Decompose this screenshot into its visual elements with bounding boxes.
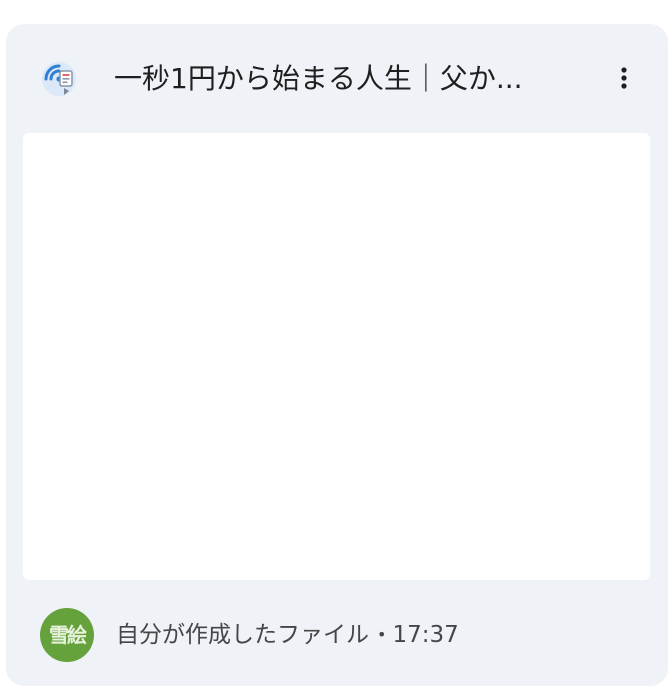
card-header: 一秒1円から始まる人生｜父か... xyxy=(6,24,668,132)
card-footer: 雪絵 自分が作成したファイル • 17:37 xyxy=(6,604,668,664)
file-meta: 自分が作成したファイル • 17:37 xyxy=(116,615,459,655)
owner-avatar: 雪絵 xyxy=(40,608,94,662)
modified-time: 17:37 xyxy=(392,622,459,648)
more-vert-icon xyxy=(621,67,627,89)
more-options-button[interactable] xyxy=(600,54,648,102)
owner-text: 自分が作成したファイル xyxy=(116,622,369,648)
avatar-initials: 雪絵 xyxy=(49,623,87,647)
meta-separator: • xyxy=(377,625,387,644)
file-card[interactable]: 一秒1円から始まる人生｜父か... 雪絵 自分が作成したファイル • 17:37 xyxy=(6,24,668,686)
file-preview-thumbnail[interactable] xyxy=(23,133,650,580)
wifi-document-icon xyxy=(40,60,78,98)
file-title[interactable]: 一秒1円から始まる人生｜父か... xyxy=(114,56,574,102)
